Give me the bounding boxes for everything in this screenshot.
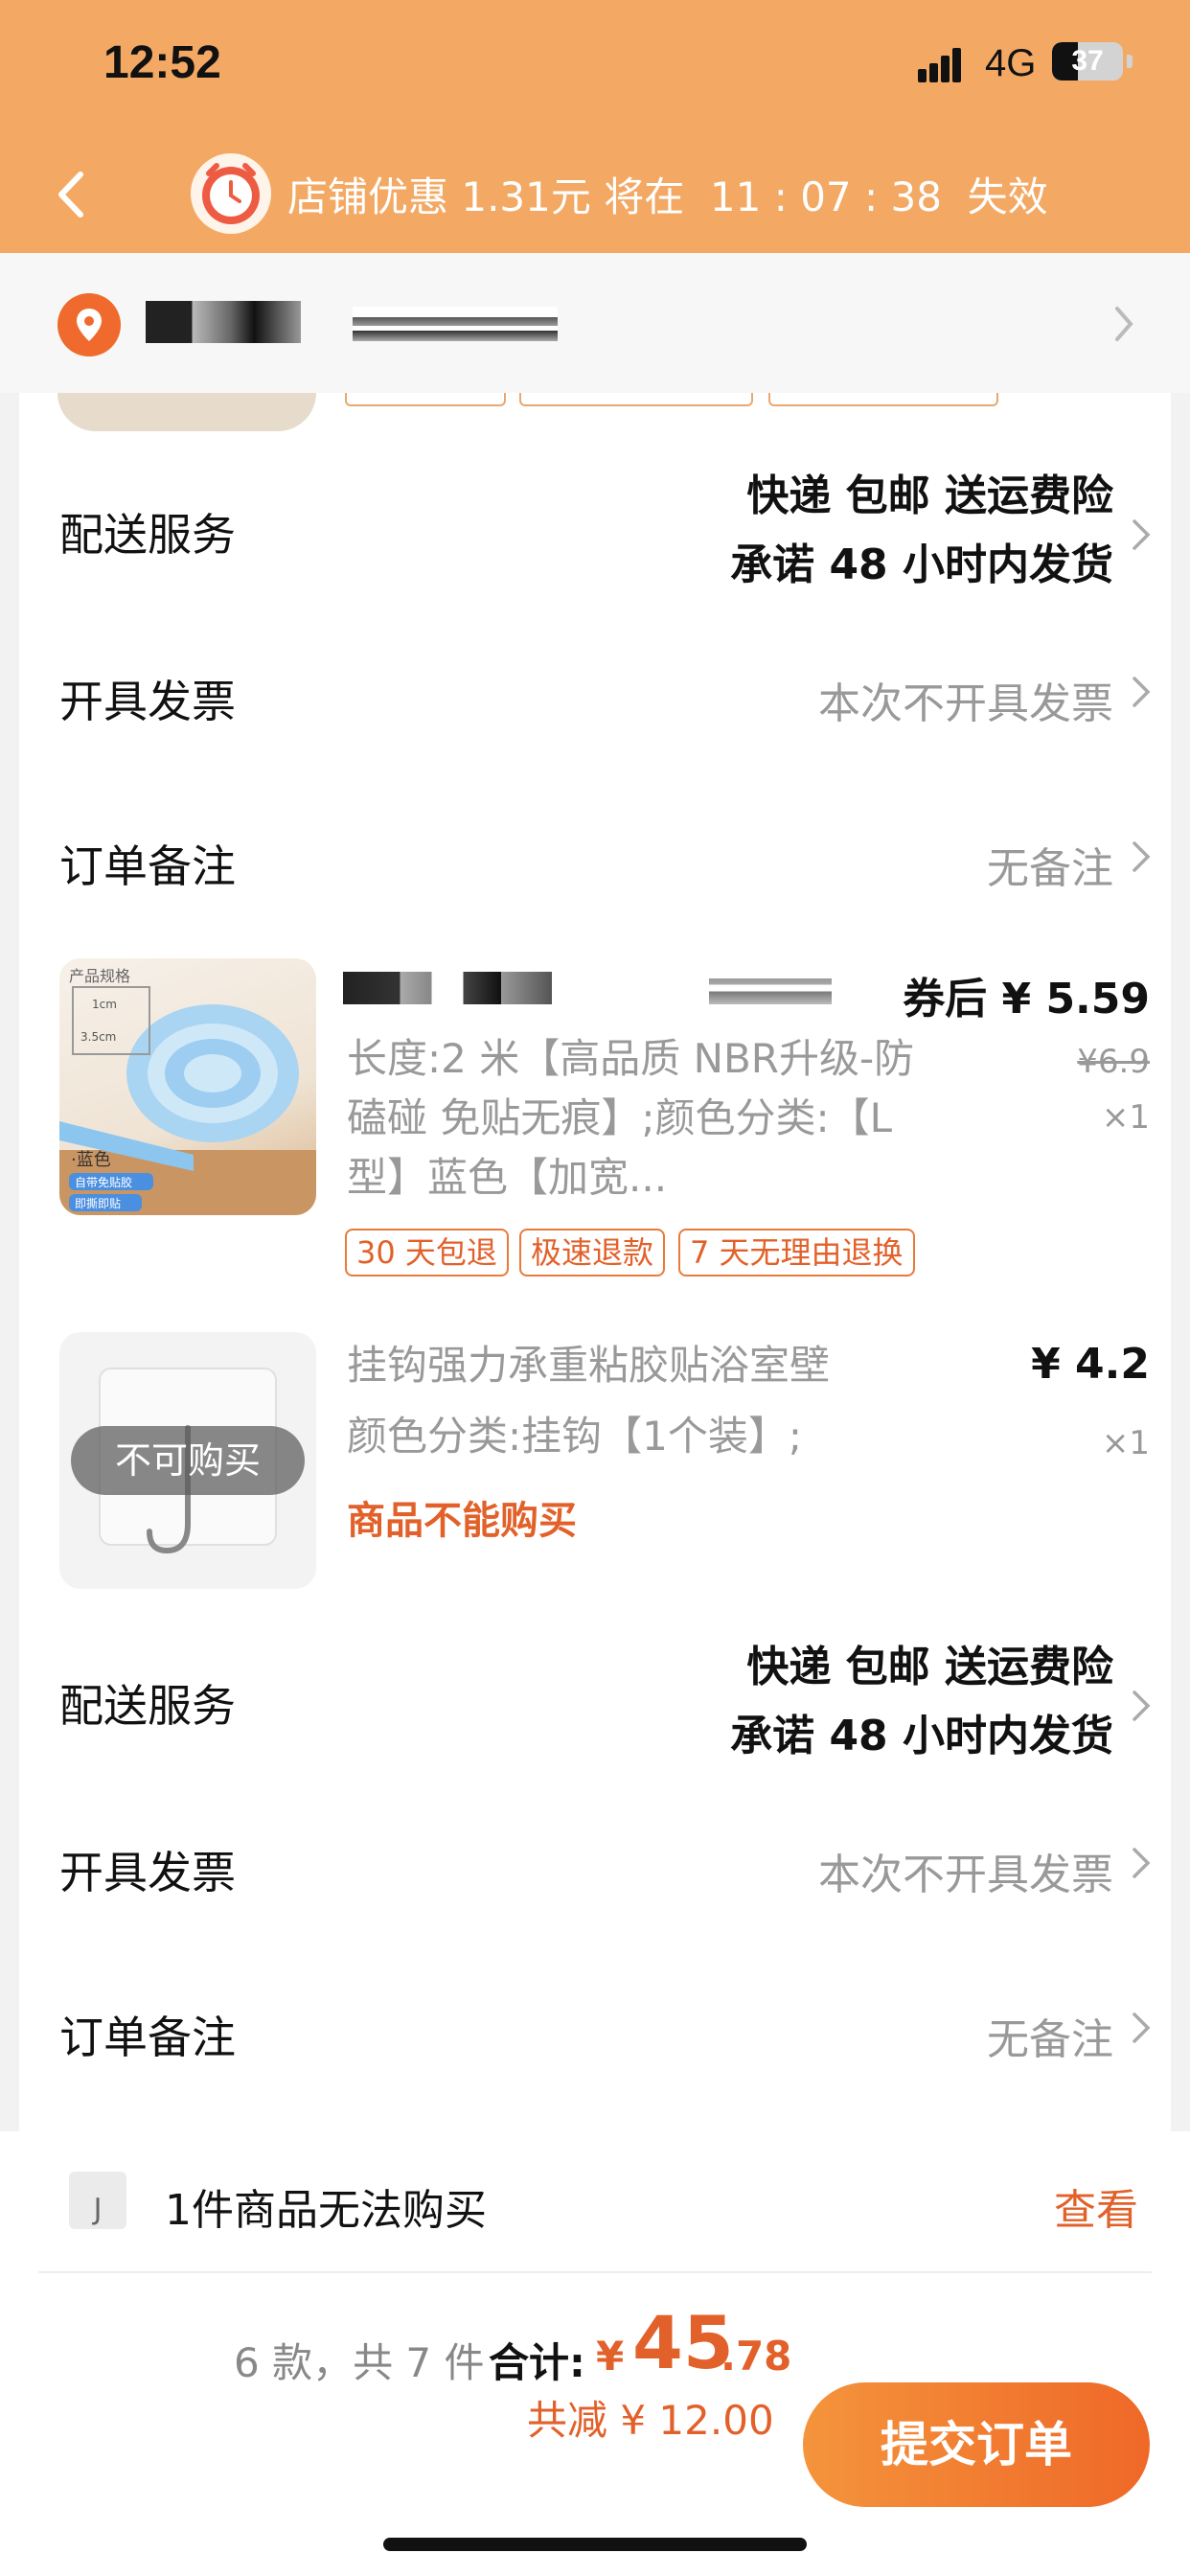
total-decimal: .78: [721, 2333, 792, 2380]
unavailable-items-text: 1件商品无法购买: [165, 2186, 487, 2235]
checkout-panel: J 1件商品无法购买 查看 6 款，共 7 件 合计: ¥ 45 .78 共减 …: [0, 2131, 1190, 2576]
invoice-value[interactable]: 本次不开具发票: [818, 1840, 1113, 1901]
chevron-right-icon: [1133, 2012, 1151, 2043]
product-image[interactable]: 产品规格 1cm 3.5cm ·蓝色 自带免贴胶 即撕即贴: [59, 958, 316, 1215]
battery-level: 37: [1071, 45, 1104, 77]
status-time: 12:52: [103, 37, 221, 88]
invoice-label: 开具发票: [59, 676, 236, 727]
shipping-line-1: 快递 包邮 送运费险: [746, 1643, 1113, 1691]
chevron-right-icon: [1110, 303, 1138, 345]
store-promo-banner: 店铺优惠 1.31元 将在 11 : 07 : 38 失效: [190, 148, 1048, 240]
redacted-product-title: [343, 972, 659, 1004]
redacted-address: [146, 301, 301, 343]
tag-fast-refund: 极速退款: [519, 1229, 666, 1276]
chevron-right-icon: [1133, 677, 1151, 707]
product-image[interactable]: 不可购买: [59, 1332, 316, 1589]
order-note-value[interactable]: 无备注: [987, 834, 1113, 895]
shipping-line-2: 承诺 48 小时内发货: [730, 1712, 1113, 1760]
product-image-partial: [57, 393, 316, 431]
shipping-label: 配送服务: [59, 509, 236, 561]
product-title: 挂钩强力承重粘胶贴浴室壁: [347, 1342, 831, 1389]
original-price: ¥6.9: [1077, 1043, 1150, 1081]
product-spec: 长度:2 米【高品质 NBR升级-防磕碰 免贴无痕】;颜色分类:【L 型】蓝色【…: [347, 1035, 915, 1201]
chevron-right-icon: [1133, 841, 1151, 872]
unavailable-items-row[interactable]: J 1件商品无法购买 查看: [38, 2131, 1152, 2273]
redacted-address: [353, 307, 558, 341]
back-icon[interactable]: [38, 161, 105, 228]
status-bar: 12:52 4G 37: [0, 0, 1190, 134]
shipping-line-2: 承诺 48 小时内发货: [730, 540, 1113, 589]
tags-partial: [345, 393, 998, 406]
order-note-value[interactable]: 无备注: [987, 2005, 1113, 2066]
total-integer: 45: [632, 2300, 734, 2385]
shipping-label: 配送服务: [59, 1680, 236, 1732]
product-price: 券后 ¥ 5.59: [903, 975, 1150, 1024]
product-spec: 颜色分类:挂钩【1个装】;: [347, 1413, 803, 1460]
address-bar[interactable]: [0, 253, 1190, 393]
img-tag-1: 自带免贴胶: [75, 1175, 132, 1189]
view-unavailable-link[interactable]: 查看: [1054, 2175, 1138, 2237]
shipping-value[interactable]: 快递 包邮 送运费险 承诺 48 小时内发货: [730, 462, 1113, 600]
alarm-clock-icon: [190, 152, 272, 235]
order-note-label: 订单备注: [59, 2012, 236, 2063]
header: 12:52 4G 37 店铺优惠 1.31元 将在 11: 07: 38 失…: [0, 0, 1190, 253]
location-pin-icon: [56, 291, 123, 358]
tag-7-day-return: 7 天无理由退换: [678, 1229, 915, 1276]
nav-bar: 店铺优惠 1.31元 将在 11 : 07 : 38 失效: [0, 134, 1190, 253]
img-tag-2: 即撕即贴: [75, 1197, 121, 1210]
img-dim-1: 1cm: [92, 998, 117, 1011]
shipping-value[interactable]: 快递 包邮 送运费险 承诺 48 小时内发货: [730, 1633, 1113, 1771]
promo-countdown-text: 店铺优惠 1.31元 将在 11 : 07 : 38 失效: [287, 172, 1048, 220]
total-discount: 共减 ¥ 12.00: [527, 2397, 774, 2444]
product-qty: ×1: [1101, 1424, 1150, 1462]
chevron-right-icon: [1133, 1690, 1151, 1721]
img-dim-2: 3.5cm: [80, 1030, 116, 1044]
total-label: 合计:: [489, 2339, 585, 2386]
img-header: 产品规格: [69, 967, 130, 985]
invoice-label: 开具发票: [59, 1847, 236, 1898]
signal-icon: [918, 48, 966, 82]
shipping-line-1: 快递 包邮 送运费险: [746, 472, 1113, 520]
currency-symbol: ¥: [596, 2333, 625, 2380]
product-price: ¥ 4.2: [1031, 1340, 1150, 1389]
chevron-right-icon: [1133, 1848, 1151, 1878]
home-indicator: [383, 2538, 807, 2551]
unavailable-item-thumb: J: [69, 2172, 126, 2229]
unavailable-badge: 不可购买: [71, 1426, 305, 1495]
unavailable-warning: 商品不能购买: [347, 1499, 577, 1543]
order-note-label: 订单备注: [59, 840, 236, 892]
invoice-value[interactable]: 本次不开具发票: [818, 669, 1113, 730]
product-qty: ×1: [1101, 1098, 1150, 1137]
submit-order-button[interactable]: 提交订单: [803, 2382, 1150, 2507]
img-color-label: ·蓝色: [71, 1150, 111, 1170]
redacted-product-title: [709, 972, 832, 1004]
item-count: 6 款，共 7 件: [234, 2339, 485, 2386]
tag-30-day-return: 30 天包退: [345, 1229, 509, 1276]
network-type: 4G: [985, 42, 1037, 84]
order-card: 配送服务 快递 包邮 送运费险 承诺 48 小时内发货 开具发票 本次不开具发票…: [19, 393, 1171, 2131]
battery-icon: 37: [1052, 42, 1123, 80]
chevron-right-icon: [1133, 519, 1151, 550]
